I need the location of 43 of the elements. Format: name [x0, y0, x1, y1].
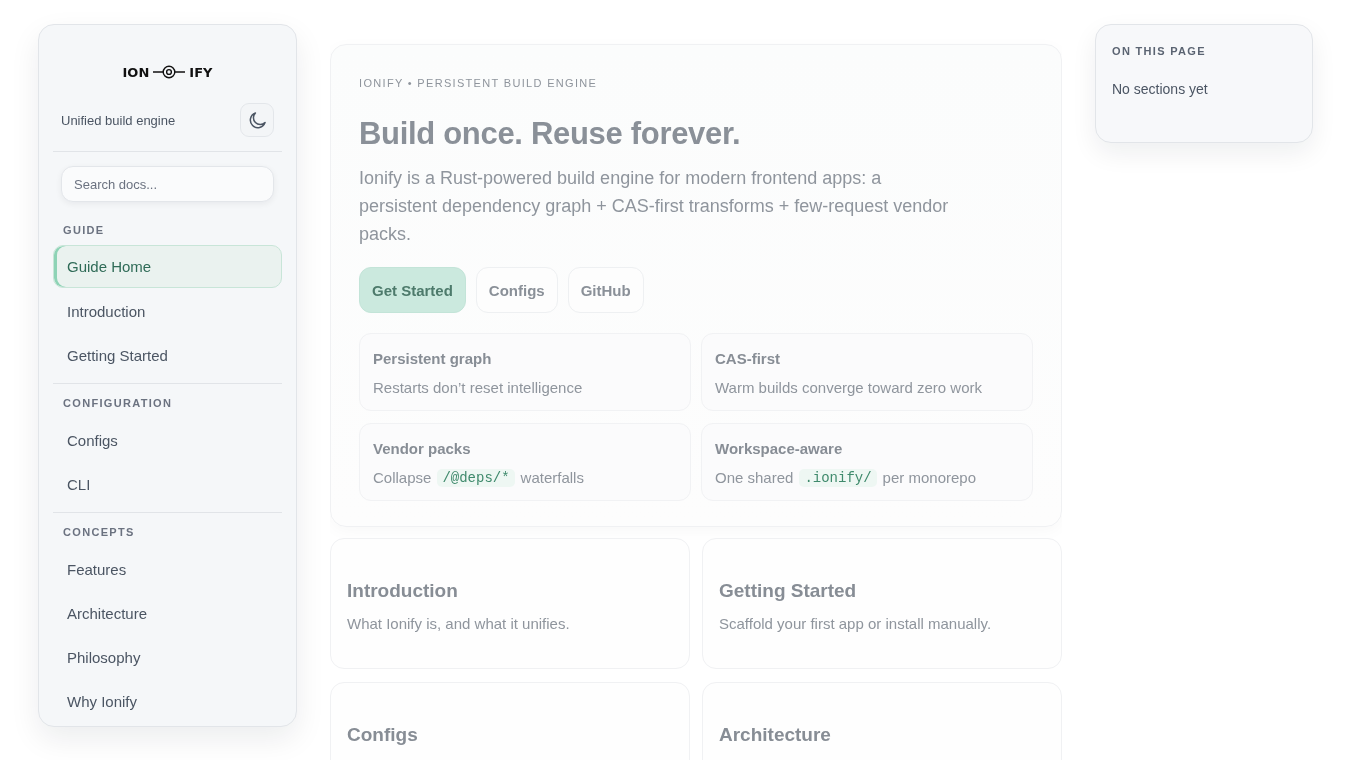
get-started-button[interactable]: Get Started — [359, 267, 466, 313]
theme-toggle-button[interactable] — [240, 103, 274, 137]
feature-title: CAS-first — [715, 350, 781, 368]
feature-title: Vendor packs — [373, 440, 472, 458]
nav-item[interactable]: Getting Started — [53, 333, 282, 377]
doc-card-title: Configs — [347, 723, 419, 747]
toc-empty-text: No sections yet — [1112, 80, 1209, 98]
tagline: Unified build engine — [61, 112, 176, 128]
nav-item[interactable]: Guide Home — [53, 245, 282, 288]
doc-card-description: Scaffold your first app or install manually. — [719, 615, 993, 633]
feature-text: per monorepo — [882, 469, 976, 487]
ring-logo-icon — [153, 65, 186, 79]
search-field[interactable]: Search docs... — [61, 166, 274, 202]
nav-item[interactable]: Features — [53, 547, 282, 591]
doc-card-description: What Ionify is, and what it unifies. — [347, 615, 571, 633]
feature-title: Persistent graph — [373, 350, 493, 368]
code-snippet: /@deps/* — [437, 469, 515, 487]
feature-text: Restarts don’t reset intelligence — [373, 379, 583, 397]
nav-item[interactable]: Configs — [53, 418, 282, 462]
feature-text: One shared — [715, 469, 794, 487]
feature-text: Collapse — [373, 469, 432, 487]
section-heading: CONCEPTS — [62, 525, 136, 539]
code-snippet: .ionify/ — [799, 469, 877, 487]
hero-description: Ionify is a Rust-powered build engine for modern frontend apps: a persistent dependency graph + CAS-first transforms + few-request vendor packs. — [359, 167, 950, 246]
logo-text: IFY — [189, 64, 213, 80]
feature-title: Workspace-aware — [715, 440, 844, 458]
nav-item[interactable]: CLI — [53, 462, 282, 506]
section-heading: CONFIGURATION — [62, 396, 174, 410]
doc-card-title: Introduction — [347, 579, 459, 603]
nav-item[interactable]: Architecture — [53, 591, 282, 635]
feature-text: waterfalls — [520, 469, 584, 487]
doc-card-title: Architecture — [719, 723, 832, 747]
section-heading: GUIDE — [62, 223, 106, 237]
toc-heading: ON THIS PAGE — [1112, 44, 1207, 58]
eyebrow-text: IONIFY • PERSISTENT BUILD ENGINE — [359, 76, 599, 90]
nav-item[interactable]: Why Ionify — [53, 679, 282, 723]
moon-icon — [248, 111, 266, 129]
nav-item[interactable]: Introduction — [53, 289, 282, 333]
feature-text: Warm builds converge toward zero work — [715, 379, 983, 397]
logo-text: ION — [122, 64, 150, 80]
nav-item[interactable]: Philosophy — [53, 635, 282, 679]
hero-title: Build once. Reuse forever. — [359, 116, 742, 152]
doc-card-title: Getting Started — [719, 579, 858, 603]
